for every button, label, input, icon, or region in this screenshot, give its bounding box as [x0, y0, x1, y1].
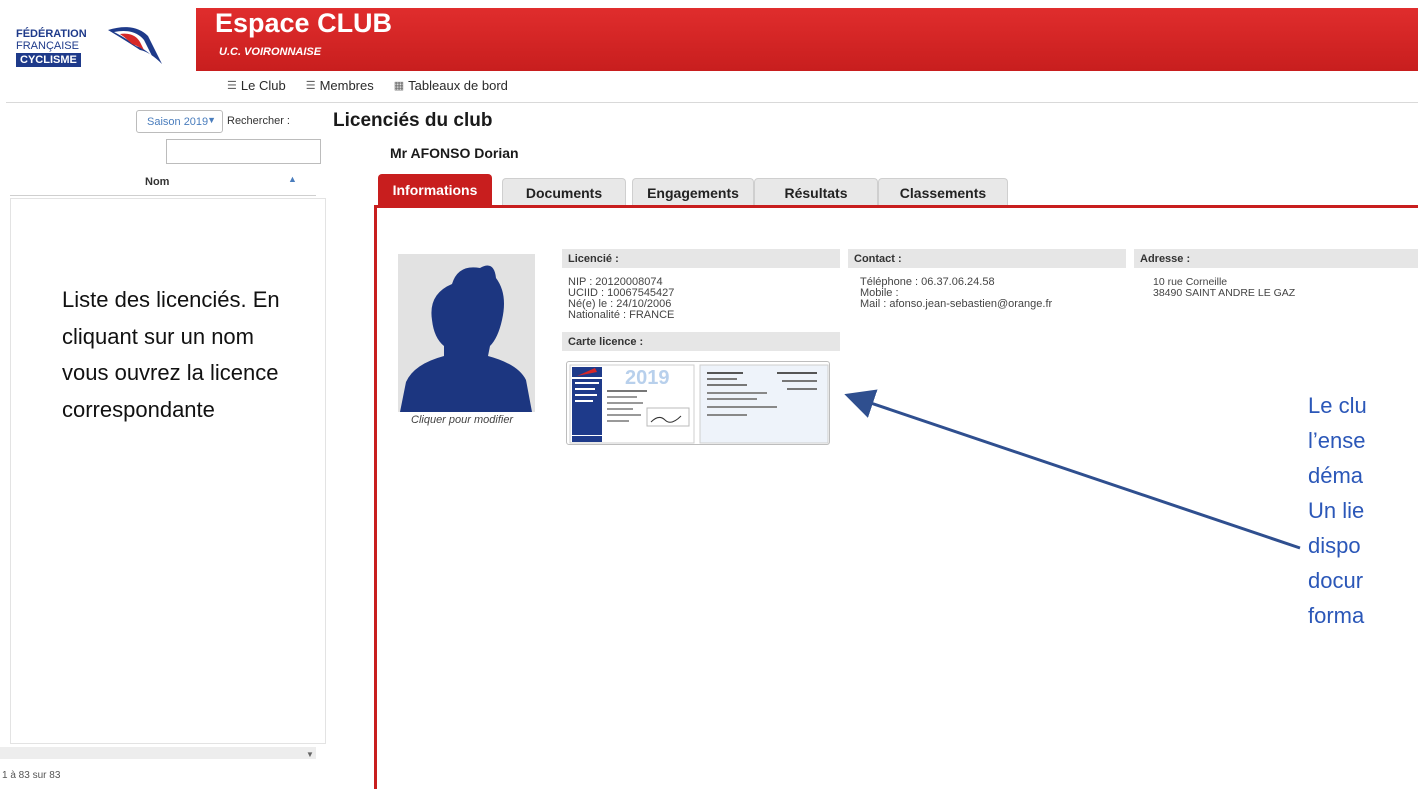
nav-item-label: Tableaux de bord — [408, 78, 508, 93]
annotation-line: dispo — [1308, 533, 1361, 558]
annotation-line: déma — [1308, 463, 1364, 488]
tab-resultats[interactable]: Résultats — [754, 178, 878, 206]
name-column-header[interactable]: Nom ▲ — [10, 172, 316, 196]
app-title: Espace CLUB — [215, 8, 393, 38]
scroll-down-icon[interactable]: ▼ — [306, 750, 314, 759]
person-silhouette-icon — [400, 265, 532, 412]
main-nav: ☰ Le Club ☰ Membres ▦ Tableaux de bord — [227, 78, 508, 93]
sort-ascending-icon[interactable]: ▲ — [288, 174, 297, 184]
license-card-thumbnail[interactable]: 2019 — [566, 361, 830, 445]
season-select-value: Saison 2019 — [147, 115, 209, 128]
page-title: Licenciés du club — [333, 110, 493, 131]
dropdown-arrow-icon: ▼ — [207, 115, 216, 125]
mail-label: Mail : — [860, 298, 887, 310]
nav-bar — [6, 75, 1418, 103]
tab-classements[interactable]: Classements — [878, 178, 1008, 206]
license-card-section-heading: Carte licence : — [562, 332, 840, 351]
nav-item-membres[interactable]: ☰ Membres — [306, 78, 374, 93]
mail-value[interactable]: afonso.jean-sebastien@orange.fr — [889, 298, 1052, 310]
list-icon: ☰ — [227, 80, 237, 92]
nav-item-le-club[interactable]: ☰ Le Club — [227, 78, 286, 93]
tab-informations[interactable]: Informations — [378, 174, 492, 206]
licensee-section-heading: Licencié : — [562, 249, 840, 268]
contact-section-heading: Contact : — [848, 249, 1126, 268]
grid-icon: ▦ — [393, 80, 405, 92]
contact-info: Téléphone : 06.37.06.24.58 Mobile : Mail… — [860, 277, 1052, 310]
photo-edit-hint[interactable]: Cliquer pour modifier — [411, 414, 513, 426]
licensee-name: Mr AFONSO Dorian — [390, 145, 519, 161]
search-label: Rechercher : — [227, 115, 290, 127]
logo-line-cyclisme: CYCLISME — [16, 53, 81, 67]
license-card-image: 2019 — [569, 364, 829, 444]
nav-item-label: Membres — [319, 78, 374, 93]
nationality-value: Nationalité : FRANCE — [568, 309, 675, 321]
nav-item-tableaux[interactable]: ▦ Tableaux de bord — [394, 78, 508, 93]
tab-engagements[interactable]: Engagements — [632, 178, 754, 206]
cyclist-swoosh-icon — [108, 27, 162, 64]
horizontal-scrollbar[interactable] — [0, 747, 316, 759]
name-column-label: Nom — [145, 176, 170, 188]
tab-documents[interactable]: Documents — [502, 178, 626, 206]
nav-item-label: Le Club — [240, 78, 286, 93]
club-name: U.C. VOIRONNAISE — [219, 46, 322, 58]
annotation-line: forma — [1308, 603, 1365, 628]
list-annotation: Liste des licenciés. En cliquant sur un … — [62, 287, 280, 422]
annotation-line: Un lie — [1308, 498, 1365, 523]
mail-row: Mail : afonso.jean-sebastien@orange.fr — [860, 299, 1052, 310]
address-info: 10 rue Corneille 38490 SAINT ANDRE LE GA… — [1153, 277, 1295, 299]
annotation-line: Le clu — [1308, 393, 1367, 418]
annotation-line: docur — [1308, 568, 1364, 593]
annotation-line: l’ense — [1308, 428, 1366, 453]
logo-line-francaise: FRANÇAISE — [16, 40, 79, 52]
card-annotation: Le clu l’ense déma Un lie dispo docur fo… — [1308, 388, 1367, 633]
logo-line-federation: FÉDÉRATION — [16, 28, 87, 40]
profile-photo[interactable] — [398, 254, 535, 412]
season-select[interactable]: Saison 2019 ▼ — [136, 110, 223, 133]
licensee-info: NIP : 20120008074 UCIID : 10067545427 Né… — [568, 277, 674, 321]
pagination-info: 1 à 83 sur 83 — [2, 770, 61, 781]
licensee-list[interactable] — [10, 198, 326, 744]
address-section-heading: Adresse : — [1134, 249, 1418, 268]
search-input[interactable] — [166, 139, 321, 164]
address-line-2: 38490 SAINT ANDRE LE GAZ — [1153, 287, 1296, 299]
list-icon: ☰ — [305, 80, 316, 92]
card-year: 2019 — [625, 367, 670, 389]
